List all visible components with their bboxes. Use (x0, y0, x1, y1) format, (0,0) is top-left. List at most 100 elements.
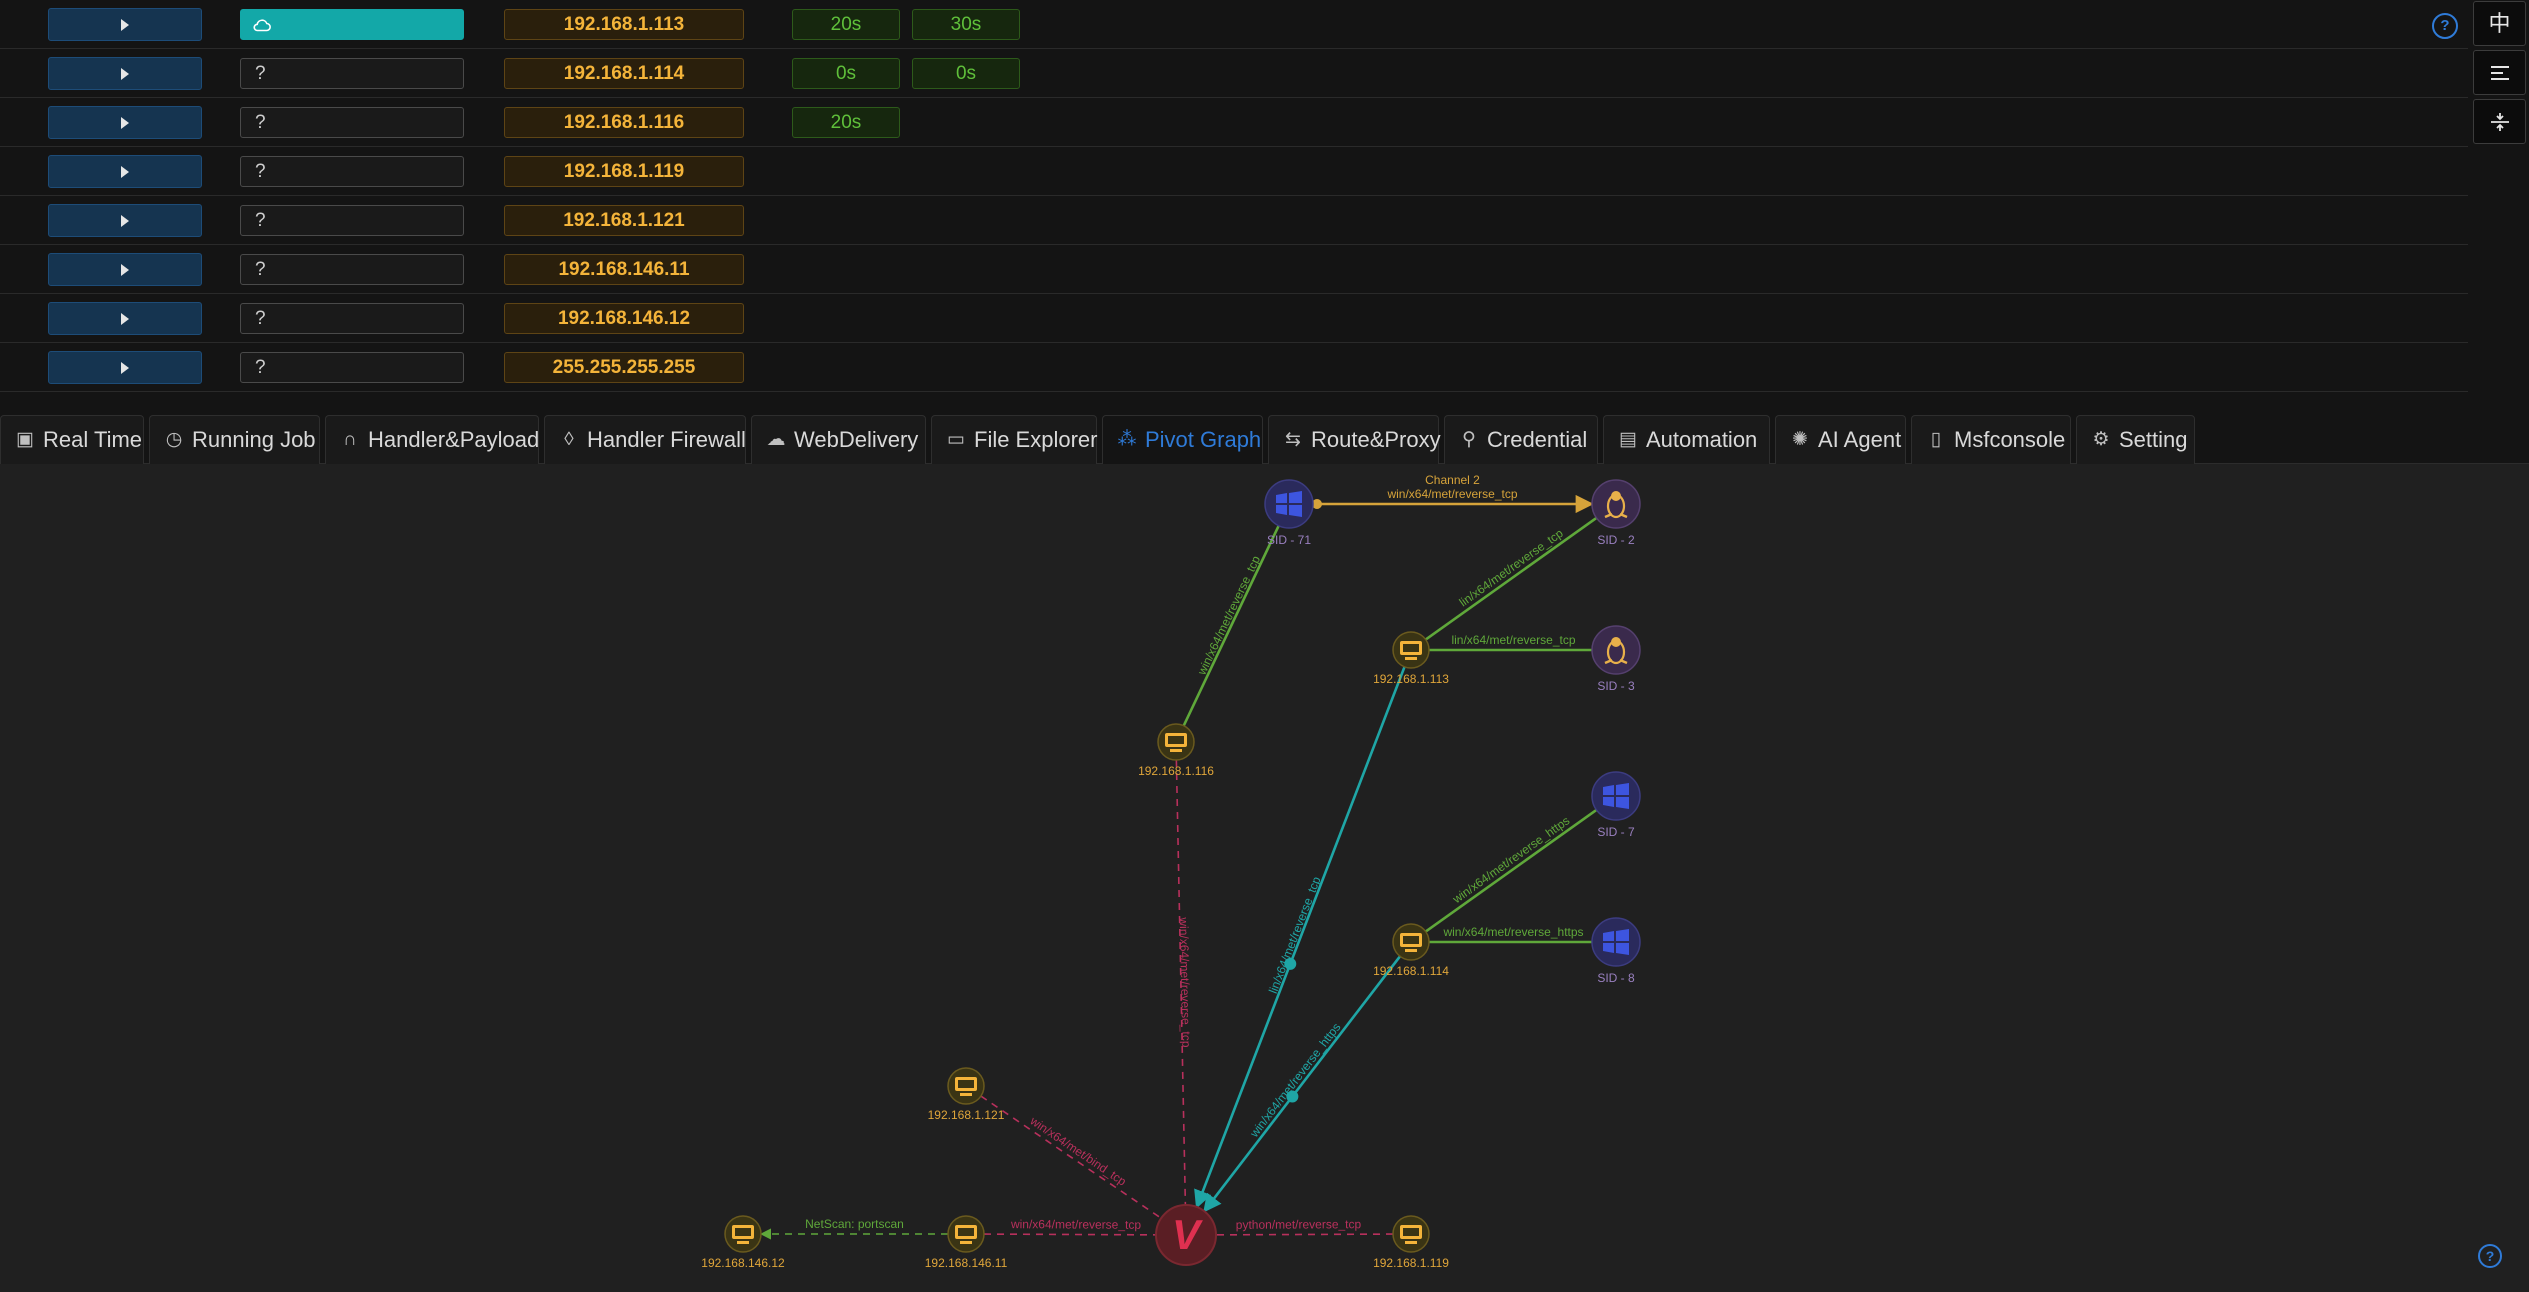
graph-edge[interactable] (1424, 516, 1598, 641)
graph-node-host[interactable]: 192.168.146.11 (925, 1215, 1008, 1270)
platform-cell[interactable]: ? (240, 205, 464, 236)
viper-node[interactable]: V (1155, 1204, 1217, 1266)
tab-setting[interactable]: ⚙ Setting (2076, 415, 2195, 464)
tab-bar: ▣ Real Time ◷ Running Job ∩ Handler&Payl… (0, 415, 2529, 464)
graph-node-host[interactable]: 192.168.1.114 (1373, 923, 1449, 978)
node-label: 192.168.1.114 (1373, 964, 1449, 978)
host-row[interactable]: ? 192.168.1.114 0s 0s (0, 49, 2468, 98)
host-row[interactable]: 192.168.1.113 20s 30s ? (0, 0, 2468, 49)
pivot-graph-canvas[interactable]: win/x64/met/reverse_tcp Channel 2 win/x64/… (0, 464, 2529, 1292)
edge-label: lin/x64/met/reverse_tcp (1451, 633, 1575, 647)
help-icon[interactable]: ? (2478, 1244, 2502, 1268)
expand-row-button[interactable] (48, 204, 202, 237)
tab-msfconsole[interactable]: ▯ Msfconsole (1911, 415, 2071, 464)
tab-real-time[interactable]: ▣ Real Time (0, 415, 144, 464)
ip-cell[interactable]: 192.168.1.116 (504, 107, 744, 138)
graph-node-windows[interactable]: SID - 8 (1591, 917, 1641, 985)
ip-cell[interactable]: 192.168.1.119 (504, 156, 744, 187)
edge-label: win/x64/met/reverse_https (1442, 925, 1583, 939)
graph-node-linux[interactable]: SID - 2 (1591, 479, 1641, 547)
tab-label: Handler Firewall (587, 427, 746, 452)
ai-icon: ✺ (1792, 429, 1808, 450)
expand-row-button[interactable] (48, 302, 202, 335)
ip-cell[interactable]: 192.168.1.113 (504, 9, 744, 40)
pivot-graph[interactable]: win/x64/met/reverse_tcp Channel 2 win/x64/… (0, 464, 2529, 1292)
edge-label: win/x64/met/reverse_https (1449, 813, 1572, 906)
graph-node-host[interactable]: 192.168.1.113 (1373, 631, 1449, 686)
graph-node-windows[interactable]: SID - 71 (1264, 479, 1314, 547)
graph-node-host[interactable]: 192.168.1.119 (1373, 1215, 1449, 1270)
graph-node-windows[interactable]: SID - 7 (1591, 771, 1641, 839)
edge-label: win/x64/met/reverse_tcp (1177, 916, 1194, 1048)
menu-button[interactable] (2473, 50, 2526, 95)
viper-logo-label: V (1172, 1211, 1203, 1258)
tab-webdelivery[interactable]: ☁ WebDelivery (751, 415, 926, 464)
tab-handler-payload[interactable]: ∩ Handler&Payload (325, 415, 539, 464)
expand-row-button[interactable] (48, 253, 202, 286)
edge-channel-label: Channel 2 (1425, 473, 1480, 487)
language-toggle-button[interactable]: 中 (2473, 1, 2526, 46)
tab-label: WebDelivery (794, 427, 919, 452)
align-left-icon (2490, 66, 2509, 80)
platform-cell[interactable] (240, 9, 464, 40)
host-row[interactable]: ? 192.168.1.119 (0, 147, 2468, 196)
tab-automation[interactable]: ▤ Automation (1603, 415, 1770, 464)
tab-label: Running Job (192, 427, 316, 452)
ip-cell[interactable]: 192.168.1.121 (504, 205, 744, 236)
platform-cell[interactable]: ? (240, 352, 464, 383)
host-row[interactable]: ? 192.168.1.121 (0, 196, 2468, 245)
graph-edge[interactable] (1215, 1233, 1394, 1236)
heartbeat-badge: 0s (792, 58, 900, 89)
tab-running-job[interactable]: ◷ Running Job (149, 415, 320, 464)
gear-icon: ⚙ (2092, 429, 2110, 450)
route-icon: ⇆ (1285, 429, 1301, 450)
tab-pivot-graph[interactable]: ⁂ Pivot Graph (1102, 415, 1263, 464)
split-button[interactable] (2473, 99, 2526, 144)
edge-label: NetScan: portscan (805, 1217, 904, 1231)
tab-label: Handler&Payload (368, 427, 540, 452)
tab-file-explorer[interactable]: ▭ File Explorer (931, 415, 1097, 464)
tab-credential[interactable]: ⚲ Credential (1444, 415, 1598, 464)
expand-row-button[interactable] (48, 57, 202, 90)
ip-cell[interactable]: 192.168.146.12 (504, 303, 744, 334)
node-label: SID - 71 (1267, 533, 1311, 547)
ip-cell[interactable]: 255.255.255.255 (504, 352, 744, 383)
tab-ai-agent[interactable]: ✺ AI Agent (1775, 415, 1906, 464)
help-icon[interactable]: ? (2432, 13, 2458, 39)
cloud-icon (253, 19, 271, 32)
fire-icon: ◊ (564, 429, 574, 450)
heartbeat-badge: 0s (912, 58, 1020, 89)
tab-label: Automation (1646, 427, 1758, 452)
graph-edge[interactable] (983, 1233, 1157, 1236)
graph-node-host[interactable]: 192.168.1.116 (1138, 723, 1214, 778)
ip-cell[interactable]: 192.168.146.11 (504, 254, 744, 285)
platform-cell[interactable]: ? (240, 107, 464, 138)
tab-handler-firewall[interactable]: ◊ Handler Firewall (544, 415, 746, 464)
platform-cell[interactable]: ? (240, 303, 464, 334)
host-row[interactable]: ? 192.168.1.116 20s (0, 98, 2468, 147)
expand-row-button[interactable] (48, 106, 202, 139)
platform-cell[interactable]: ? (240, 254, 464, 285)
node-label: 192.168.146.11 (925, 1256, 1008, 1270)
platform-cell[interactable]: ? (240, 58, 464, 89)
graph-edge[interactable] (980, 1095, 1162, 1219)
graph-edge[interactable] (1203, 955, 1402, 1213)
tab-label: Msfconsole (1954, 427, 2066, 452)
graph-node-host[interactable]: 192.168.146.12 (701, 1215, 785, 1270)
edge-label: python/met/reverse_tcp (1236, 1217, 1362, 1232)
graph-node-host[interactable]: 192.168.1.121 (928, 1067, 1005, 1122)
host-row[interactable]: ? 192.168.146.11 (0, 245, 2468, 294)
key-search-icon: ⚲ (1462, 429, 1476, 450)
expand-row-button[interactable] (48, 351, 202, 384)
expand-row-button[interactable] (48, 8, 202, 41)
expand-row-button[interactable] (48, 155, 202, 188)
host-row[interactable]: ? 192.168.146.12 (0, 294, 2468, 343)
tab-route-proxy[interactable]: ⇆ Route&Proxy (1268, 415, 1441, 464)
ip-cell[interactable]: 192.168.1.114 (504, 58, 744, 89)
headphones-icon: ∩ (343, 429, 357, 450)
graph-node-linux[interactable]: SID - 3 (1591, 625, 1641, 693)
platform-cell[interactable]: ? (240, 156, 464, 187)
host-row[interactable]: ? 255.255.255.255 (0, 343, 2468, 392)
tab-label: Setting (2119, 427, 2188, 452)
graph-edge[interactable] (1424, 808, 1598, 933)
